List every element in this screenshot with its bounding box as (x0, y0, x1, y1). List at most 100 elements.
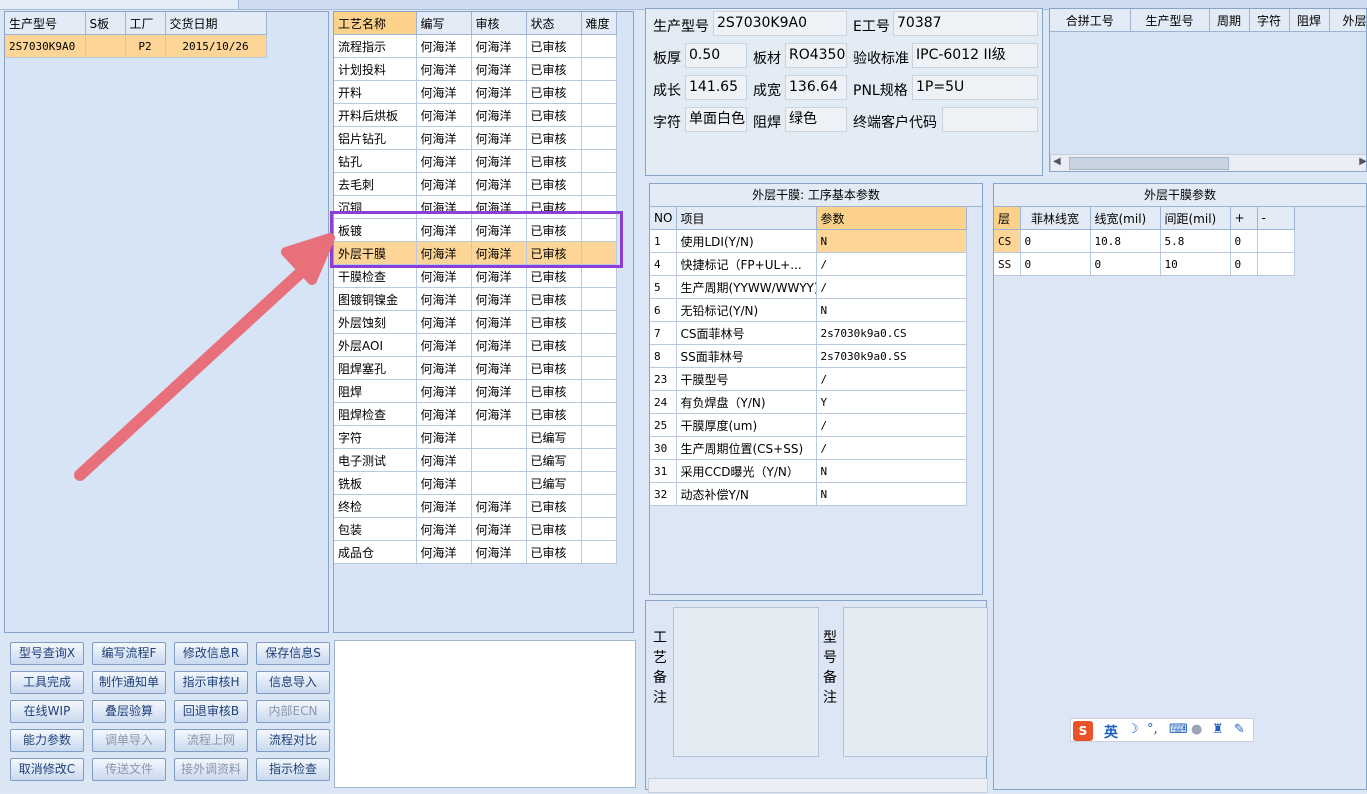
punct-icon[interactable]: °, (1147, 722, 1158, 737)
process-cell[interactable] (581, 34, 617, 58)
param-cell[interactable]: CS面菲林号 (676, 321, 817, 345)
action-button[interactable]: 信息导入 (256, 671, 330, 694)
scroll-left-icon[interactable]: ◀ (1053, 156, 1061, 167)
process-cell[interactable]: 何海洋 (471, 333, 527, 357)
col-header[interactable]: S板 (85, 12, 126, 35)
action-button[interactable]: 接外调资料 (174, 758, 248, 781)
col-header[interactable]: 编写 (416, 12, 472, 35)
table-row[interactable]: 1 使用LDI(Y/N) N (650, 229, 967, 253)
action-button[interactable]: 保存信息S (256, 642, 330, 665)
table-row[interactable]: 电子测试 何海洋 已编写 (334, 448, 617, 472)
process-cell[interactable]: 已审核 (526, 287, 582, 311)
process-cell[interactable]: 去毛刺 (334, 172, 417, 196)
process-cell[interactable] (471, 425, 527, 449)
mask-field[interactable]: 绿色 (785, 107, 847, 132)
process-cell[interactable]: 何海洋 (471, 80, 527, 104)
process-cell[interactable]: 何海洋 (471, 402, 527, 426)
process-cell[interactable]: 何海洋 (416, 448, 472, 472)
process-cell[interactable]: 流程指示 (334, 34, 417, 58)
process-cell[interactable]: 终检 (334, 494, 417, 518)
process-cell[interactable]: 已审核 (526, 356, 582, 380)
process-cell[interactable]: 已编写 (526, 471, 582, 495)
process-cell[interactable]: 何海洋 (416, 540, 472, 564)
cell-factory[interactable]: P2 (125, 34, 166, 58)
process-cell[interactable]: 已审核 (526, 34, 582, 58)
action-button[interactable]: 传送文件 (92, 758, 166, 781)
process-cell[interactable]: 已审核 (526, 57, 582, 81)
param-cell[interactable]: 7 (650, 321, 677, 345)
table-row[interactable]: 30 生产周期位置(CS+SS) / (650, 436, 967, 460)
table-row[interactable]: 终检 何海洋 何海洋 已审核 (334, 494, 617, 518)
table-row[interactable]: 铝片钻孔 何海洋 何海洋 已审核 (334, 126, 617, 150)
process-cell[interactable]: 包装 (334, 517, 417, 541)
process-cell[interactable]: 何海洋 (416, 402, 472, 426)
memo-h-scrollbar[interactable] (648, 778, 988, 793)
process-cell[interactable] (581, 333, 617, 357)
table-row[interactable]: 24 有负焊盘（Y/N) Y (650, 390, 967, 414)
col-header[interactable]: 生产型号 (1130, 9, 1210, 32)
process-cell[interactable]: 铝片钻孔 (334, 126, 417, 150)
table-row[interactable]: 25 干膜厚度(um) / (650, 413, 967, 437)
process-cell[interactable]: 何海洋 (471, 310, 527, 334)
process-cell[interactable]: 何海洋 (471, 287, 527, 311)
film-cell[interactable]: 10 (1160, 252, 1231, 276)
process-cell[interactable]: 已审核 (526, 103, 582, 127)
top-tab[interactable] (120, 0, 239, 9)
param-cell[interactable]: 6 (650, 298, 677, 322)
table-row[interactable]: 32 动态补偿Y/N N (650, 482, 967, 506)
param-cell[interactable]: Y (816, 390, 967, 414)
param-cell[interactable]: / (816, 413, 967, 437)
film-cell[interactable] (1257, 229, 1295, 253)
keyboard-icon[interactable]: ⌨ (1169, 722, 1188, 737)
action-button[interactable]: 叠层验算 (92, 700, 166, 723)
col-header[interactable]: 字符 (1249, 9, 1290, 32)
char-field[interactable]: 单面白色 (685, 107, 747, 132)
user-icon[interactable]: ● (1191, 722, 1202, 737)
param-cell[interactable]: 1 (650, 229, 677, 253)
skin-icon[interactable]: ♜ (1212, 722, 1224, 737)
process-cell[interactable]: 何海洋 (416, 379, 472, 403)
process-cell[interactable]: 已审核 (526, 333, 582, 357)
col-header[interactable]: 状态 (526, 12, 582, 35)
ime-mode[interactable]: 英 (1104, 722, 1118, 742)
process-cell[interactable] (581, 540, 617, 564)
cust-field[interactable] (942, 107, 1038, 132)
process-cell[interactable]: 钻孔 (334, 149, 417, 173)
process-cell[interactable]: 成品仓 (334, 540, 417, 564)
action-button[interactable]: 内部ECN (256, 700, 330, 723)
param-cell[interactable]: 23 (650, 367, 677, 391)
process-cell[interactable]: 何海洋 (471, 172, 527, 196)
process-cell[interactable] (581, 103, 617, 127)
table-row[interactable]: 铣板 何海洋 已编写 (334, 471, 617, 495)
process-cell[interactable] (581, 287, 617, 311)
film-cell[interactable] (1257, 252, 1295, 276)
process-cell[interactable] (471, 471, 527, 495)
table-row[interactable]: 计划投料 何海洋 何海洋 已审核 (334, 57, 617, 81)
process-cell[interactable]: 何海洋 (416, 333, 472, 357)
param-cell[interactable]: 快捷标记（FP+UL+... (676, 252, 817, 276)
param-cell[interactable]: / (816, 436, 967, 460)
eno-field[interactable]: 70387 (893, 11, 1038, 36)
process-cell[interactable]: 已审核 (526, 310, 582, 334)
process-cell[interactable] (581, 402, 617, 426)
film-cell[interactable]: 0 (1020, 229, 1091, 253)
process-cell[interactable]: 何海洋 (471, 34, 527, 58)
len-field[interactable]: 141.65 (685, 75, 747, 100)
table-row[interactable]: 外层蚀刻 何海洋 何海洋 已审核 (334, 310, 617, 334)
table-row[interactable]: 6 无铅标记(Y/N) N (650, 298, 967, 322)
process-cell[interactable]: 何海洋 (416, 80, 472, 104)
process-cell[interactable] (471, 448, 527, 472)
param-cell[interactable]: / (816, 275, 967, 299)
process-cell[interactable]: 开料后烘板 (334, 103, 417, 127)
sogou-logo-icon[interactable]: S (1073, 721, 1093, 741)
param-cell[interactable]: / (816, 367, 967, 391)
table-row[interactable]: 8 SS面菲林号 2s7030k9a0.SS (650, 344, 967, 368)
process-cell[interactable]: 何海洋 (416, 172, 472, 196)
process-cell[interactable]: 已编写 (526, 448, 582, 472)
process-cell[interactable]: 何海洋 (471, 57, 527, 81)
action-button[interactable]: 修改信息R (174, 642, 248, 665)
col-header[interactable]: 周期 (1209, 9, 1250, 32)
col-header[interactable]: 交货日期 (165, 12, 267, 35)
table-row[interactable]: 钻孔 何海洋 何海洋 已审核 (334, 149, 617, 173)
param-cell[interactable]: 2s7030k9a0.CS (816, 321, 967, 345)
